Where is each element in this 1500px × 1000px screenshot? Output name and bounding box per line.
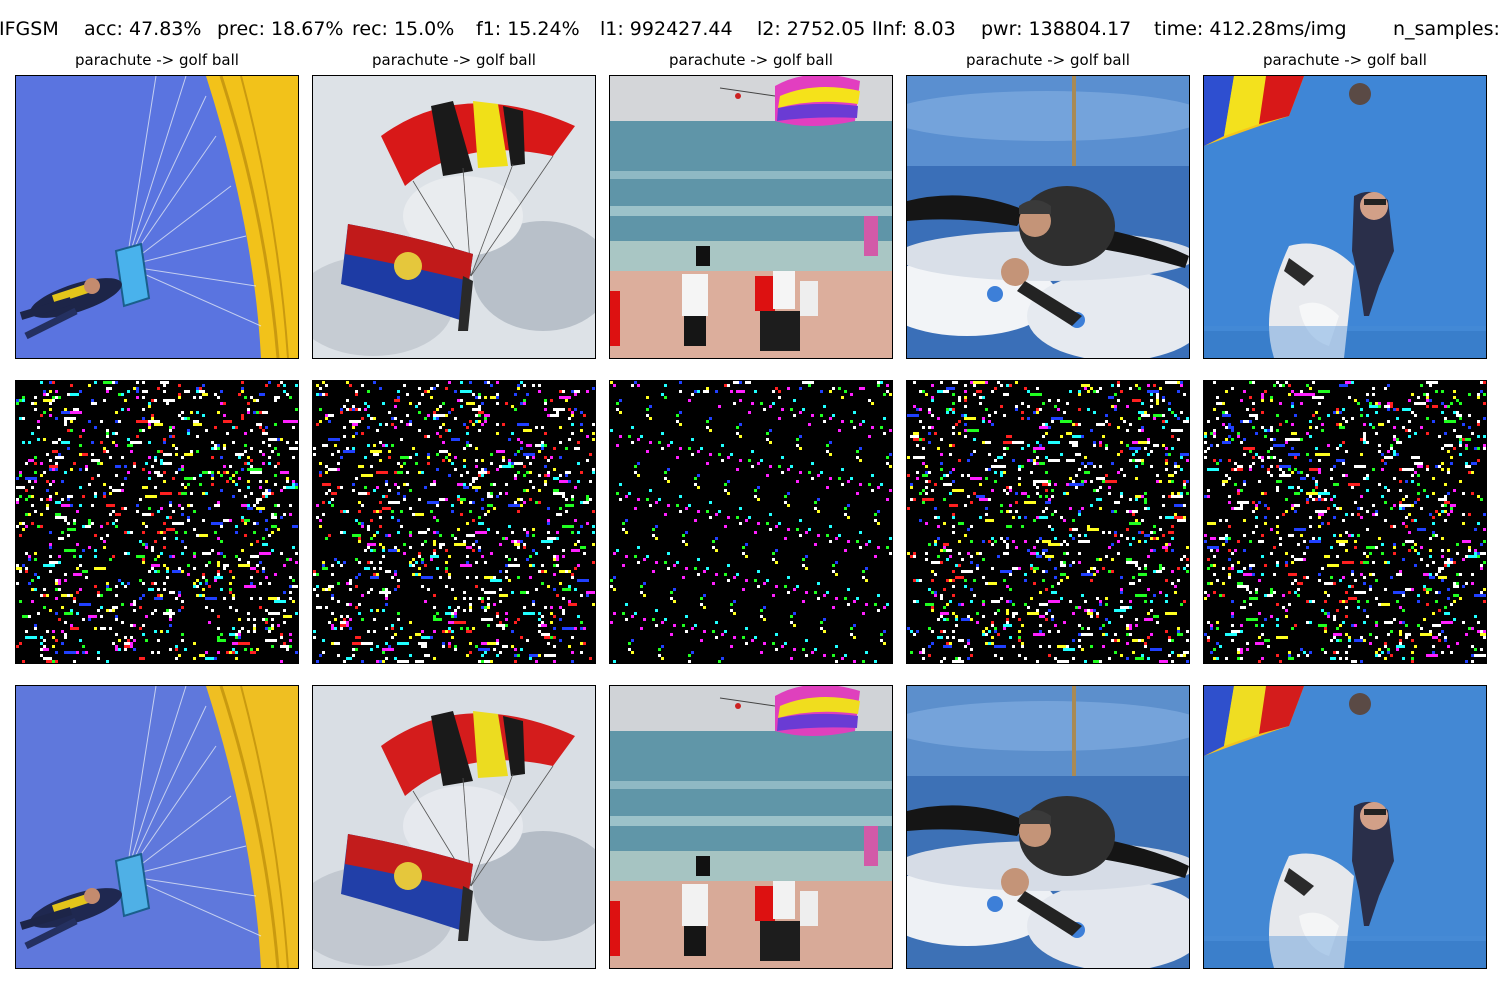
panel-column-3: parachute -> golf ball — [609, 51, 893, 971]
panel-title: parachute -> golf ball — [966, 51, 1130, 69]
l1-metric: l1: 992427.44 — [600, 18, 733, 40]
original-image-graphic — [610, 76, 892, 358]
precision-metric: prec: 18.67% — [217, 18, 344, 40]
original-image — [609, 75, 893, 359]
perturbation-image — [15, 380, 299, 664]
recall-metric: rec: 15.0% — [352, 18, 455, 40]
perturbation-image — [609, 380, 893, 664]
linf-metric: lInf: 8.03 — [872, 18, 956, 40]
original-image — [906, 75, 1190, 359]
original-image-graphic — [16, 76, 298, 358]
panel-title: parachute -> golf ball — [669, 51, 833, 69]
perturbation-noise — [610, 381, 892, 663]
metrics-header: IFGSM acc: 47.83% prec: 18.67% rec: 15.0… — [0, 14, 1500, 44]
n-samples-metric: n_samples: — [1393, 18, 1500, 40]
f1-metric: f1: 15.24% — [476, 18, 580, 40]
adversarial-image-graphic — [610, 686, 892, 968]
original-image — [1203, 75, 1487, 359]
panel-column-2: parachute -> golf ball — [312, 51, 596, 971]
panel-title: parachute -> golf ball — [1263, 51, 1427, 69]
panel-column-5: parachute -> golf ball — [1203, 51, 1487, 971]
method-label: IFGSM — [0, 18, 59, 40]
l2-metric: l2: 2752.05 — [757, 18, 866, 40]
adversarial-image-graphic — [907, 686, 1189, 968]
perturbation-noise — [1204, 381, 1486, 663]
original-image-graphic — [1204, 76, 1486, 358]
original-image-graphic — [313, 76, 595, 358]
accuracy-metric: acc: 47.83% — [84, 18, 202, 40]
adversarial-image-graphic — [313, 686, 595, 968]
adversarial-image-graphic — [1204, 686, 1486, 968]
original-image — [312, 75, 596, 359]
adversarial-image — [609, 685, 893, 969]
time-metric: time: 412.28ms/img — [1154, 18, 1347, 40]
perturbation-image — [312, 380, 596, 664]
adversarial-image — [312, 685, 596, 969]
adversarial-image-graphic — [16, 686, 298, 968]
panel-column-4: parachute -> golf ball — [906, 51, 1190, 971]
panel-title: parachute -> golf ball — [75, 51, 239, 69]
original-image-graphic — [907, 76, 1189, 358]
perturbation-image — [1203, 380, 1487, 664]
perturbation-noise — [907, 381, 1189, 663]
perturbation-image — [906, 380, 1190, 664]
power-metric: pwr: 138804.17 — [981, 18, 1132, 40]
panel-title: parachute -> golf ball — [372, 51, 536, 69]
perturbation-noise — [16, 381, 298, 663]
perturbation-noise — [313, 381, 595, 663]
panel-column-1: parachute -> golf ball — [15, 51, 299, 971]
original-image — [15, 75, 299, 359]
adversarial-image — [1203, 685, 1487, 969]
adversarial-image — [15, 685, 299, 969]
adversarial-image — [906, 685, 1190, 969]
